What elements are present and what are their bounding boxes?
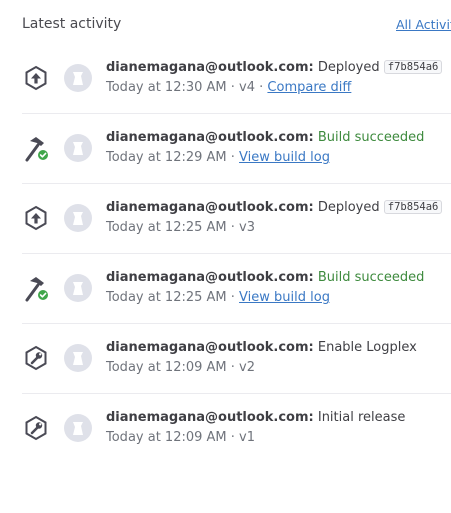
activity-item: dianemagana@outlook.com: Deployed f7b854… bbox=[22, 184, 451, 254]
event-time: Today at 12:25 AM bbox=[106, 290, 227, 305]
release-version: v4 bbox=[239, 80, 256, 95]
activity-item: dianemagana@outlook.com: Enable Logplex … bbox=[22, 324, 451, 394]
avatar bbox=[64, 204, 92, 232]
event-description: Build succeeded bbox=[317, 130, 425, 145]
view-build-log-link[interactable]: View build log bbox=[239, 150, 330, 165]
event-time: Today at 12:09 AM bbox=[106, 430, 227, 445]
event-time: Today at 12:29 AM bbox=[106, 150, 227, 165]
activity-header: Latest activity All Activity bbox=[0, 0, 451, 48]
view-build-log-link[interactable]: View build log bbox=[239, 290, 330, 305]
event-description: Initial release bbox=[317, 410, 406, 425]
all-activity-link[interactable]: All Activity bbox=[396, 17, 451, 32]
avatar bbox=[64, 274, 92, 302]
activity-item: dianemagana@outlook.com: Initial release… bbox=[22, 394, 451, 463]
config-icon bbox=[25, 345, 47, 371]
activity-title: Latest activity bbox=[22, 16, 122, 32]
event-description: Deployed bbox=[317, 200, 380, 215]
commit-sha: f7b854a6 bbox=[383, 60, 443, 74]
avatar bbox=[64, 414, 92, 442]
user-email: dianemagana@outlook.com: bbox=[106, 200, 314, 215]
activity-item: dianemagana@outlook.com: Build succeeded… bbox=[22, 254, 451, 324]
build-success-icon bbox=[25, 137, 48, 162]
event-description: Deployed bbox=[317, 60, 380, 75]
deploy-icon bbox=[25, 65, 47, 91]
avatar bbox=[64, 64, 92, 92]
event-description: Build succeeded bbox=[317, 270, 425, 285]
avatar bbox=[64, 134, 92, 162]
deploy-icon bbox=[25, 205, 47, 231]
user-email: dianemagana@outlook.com: bbox=[106, 270, 314, 285]
user-email: dianemagana@outlook.com: bbox=[106, 410, 314, 425]
release-version: v3 bbox=[239, 220, 256, 235]
activity-feed: dianemagana@outlook.com: Deployed f7b854… bbox=[0, 44, 451, 463]
commit-sha: f7b854a6 bbox=[383, 200, 443, 214]
event-description: Enable Logplex bbox=[317, 340, 417, 355]
user-email: dianemagana@outlook.com: bbox=[106, 60, 314, 75]
activity-item: dianemagana@outlook.com: Build succeeded… bbox=[22, 114, 451, 184]
user-email: dianemagana@outlook.com: bbox=[106, 130, 314, 145]
event-time: Today at 12:30 AM bbox=[106, 80, 227, 95]
config-icon bbox=[25, 415, 47, 441]
build-success-icon bbox=[25, 277, 48, 302]
release-version: v1 bbox=[239, 430, 256, 445]
avatar bbox=[64, 344, 92, 372]
activity-item: dianemagana@outlook.com: Deployed f7b854… bbox=[22, 44, 451, 114]
event-time: Today at 12:09 AM bbox=[106, 360, 227, 375]
user-email: dianemagana@outlook.com: bbox=[106, 340, 314, 355]
compare-diff-link[interactable]: Compare diff bbox=[267, 80, 351, 95]
event-time: Today at 12:25 AM bbox=[106, 220, 227, 235]
release-version: v2 bbox=[239, 360, 256, 375]
